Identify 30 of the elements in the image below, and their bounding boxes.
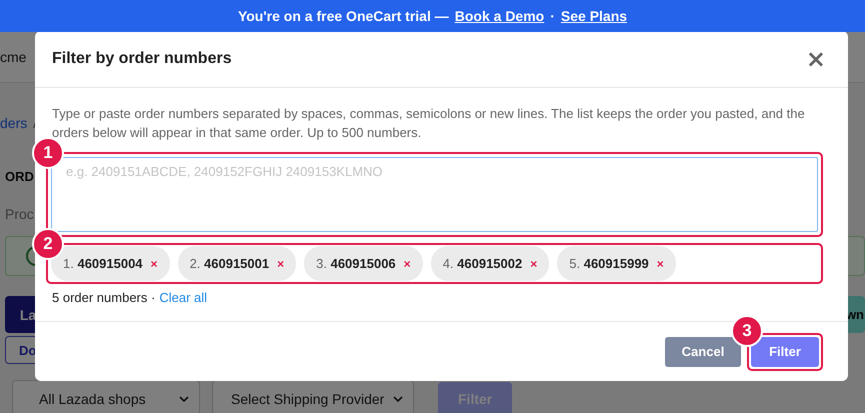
tag-label: 1. 460915004 [63,256,143,271]
step-number-badge: 3 [731,314,763,346]
filter-button[interactable]: Filter [751,336,819,366]
dropdown[interactable]: All Lazada shops [12,380,200,413]
remove-button[interactable]: × [150,256,158,270]
order-count-text: 5 order numbers · [52,290,156,305]
remove-button[interactable]: × [404,256,411,270]
tag-label: 4. 460915002 [442,256,522,271]
remove-button[interactable]: × [530,256,538,270]
tag-label: 3. 460915006 [316,256,396,271]
separator-dot: · [550,8,555,24]
clear-all-link[interactable]: Clear all [159,290,208,305]
shop-name: cme [0,49,26,65]
order-numbers-field[interactable]: e.g. 2409151ABCDE, 2409152FGHIJ 2409153KLMNO [51,157,818,232]
cancel-button[interactable]: Cancel [665,336,741,366]
remove-button[interactable]: × [277,256,284,270]
banner-text: You're on a free OneCart trial — [238,8,449,24]
chevron-icon [393,396,403,402]
book-demo-link[interactable]: Book a Demo [454,8,544,24]
chevron-icon [179,396,189,402]
dropdown[interactable]: Select Shipping Provider [212,380,414,413]
tag-label: 2. 460915001 [190,256,270,271]
page-subtext: Proc [5,206,34,222]
breadcrumb-link[interactable]: ders [0,115,28,131]
modal-title: Filter by order numbers [52,50,232,68]
close-button[interactable]: × [806,47,826,71]
tag-label: 5. 460915999 [569,256,649,271]
page-heading: ORD [5,169,34,184]
see-plans-link[interactable]: See Plans [560,8,628,24]
remove-button[interactable]: × [656,256,664,270]
